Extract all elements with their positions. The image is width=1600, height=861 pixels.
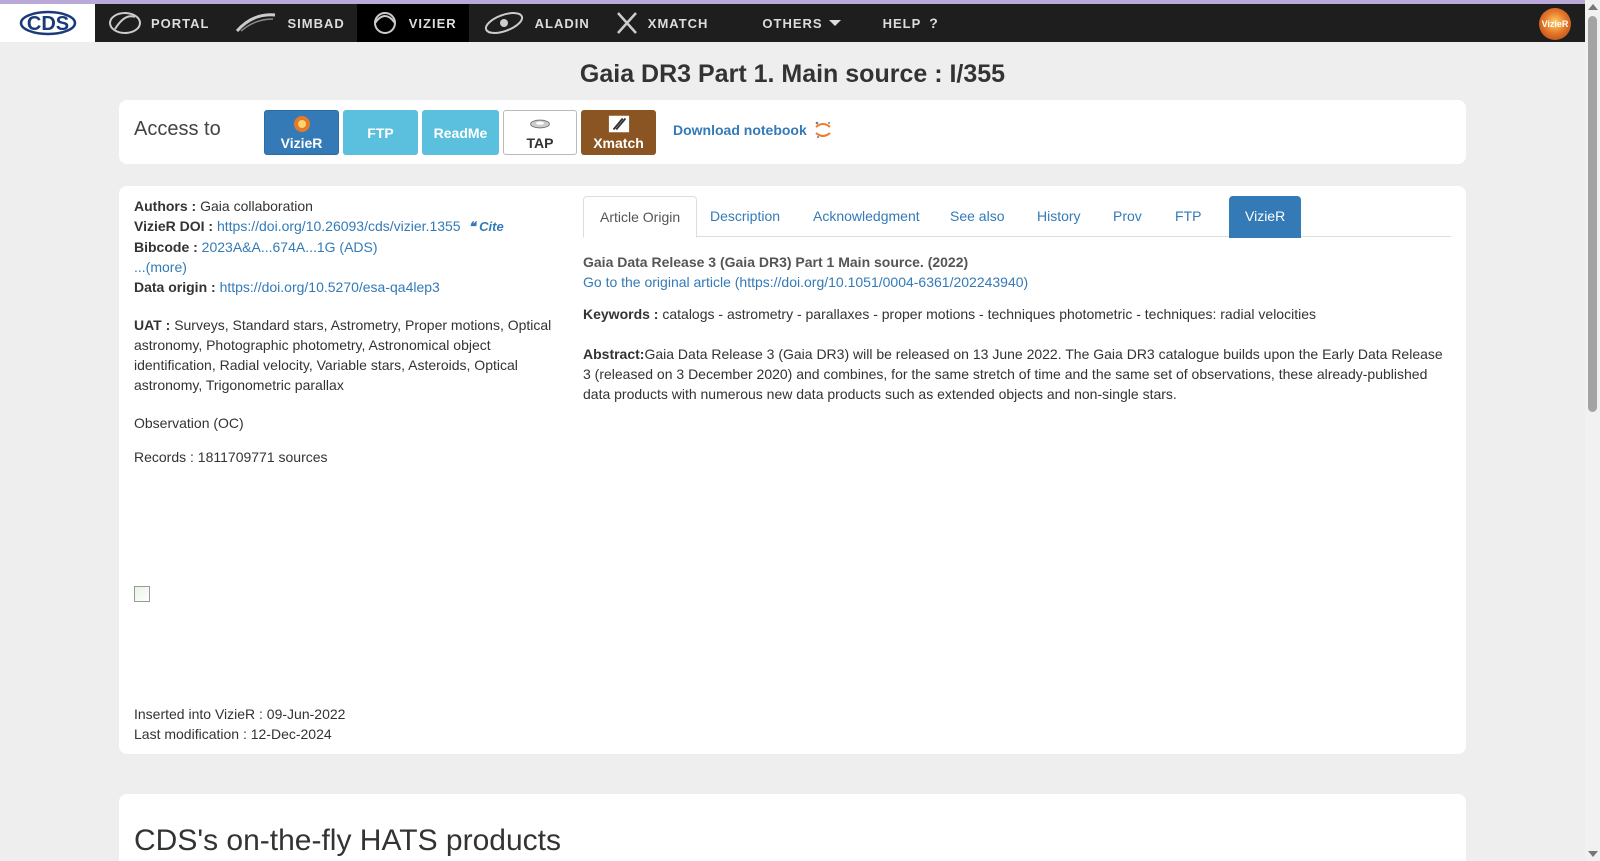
scroll-thumb[interactable]: [1588, 16, 1597, 412]
keywords-label: Keywords :: [583, 306, 659, 322]
dates-block: Inserted into VizieR : 09-Jun-2022 Last …: [134, 704, 345, 744]
cite-label: Cite: [479, 219, 504, 234]
nav-simbad-label: Simbad: [287, 15, 345, 31]
tab-ftp[interactable]: FTP: [1159, 196, 1217, 238]
records-count: Records : 1811709771 sources: [134, 449, 328, 465]
download-notebook-link[interactable]: Download notebook: [673, 120, 833, 140]
ftp-button-label: FTP: [367, 124, 394, 141]
help-icon: ?: [929, 15, 939, 31]
access-panel: Access to VizieR FTP ReadMe TAP Xmatch D…: [119, 100, 1466, 164]
inserted-date: Inserted into VizieR : 09-Jun-2022: [134, 706, 346, 722]
chevron-down-icon: [828, 20, 841, 26]
access-label: Access to: [134, 118, 221, 140]
doi-label: VizieR DOI :: [134, 218, 214, 234]
tap-button-label: TAP: [526, 135, 554, 151]
vizier-button-label: VizieR: [280, 135, 323, 151]
nav-aladin-label: Aladin: [534, 15, 590, 31]
broken-image-icon: [134, 586, 150, 602]
jupyter-icon: [815, 121, 831, 138]
article-title: Gaia Data Release 3 (Gaia DR3) Part 1 Ma…: [583, 254, 969, 270]
cds-logo-icon: CDS: [19, 10, 76, 36]
nav-aladin[interactable]: Aladin: [469, 4, 602, 42]
authors-value: Gaia collaboration: [200, 198, 313, 214]
keywords-line: Keywords : catalogs - astrometry - paral…: [583, 304, 1451, 324]
article-origin-content: Gaia Data Release 3 (Gaia DR3) Part 1 Ma…: [583, 252, 1451, 416]
tab-description[interactable]: Description: [694, 196, 796, 238]
xmatch-logo-icon: [608, 114, 630, 134]
nav-xmatch-label: XMatch: [647, 15, 709, 31]
nav-simbad[interactable]: Simbad: [221, 4, 356, 42]
portal-icon: [109, 12, 141, 34]
tab-bar: Article Origin Description Acknowledgmen…: [583, 196, 1451, 238]
catalog-panel: Authors : Gaia collaboration VizieR DOI …: [119, 186, 1466, 754]
bibcode-label: Bibcode :: [134, 239, 198, 255]
uat-line: UAT : Surveys, Standard stars, Astrometr…: [134, 315, 554, 395]
abstract-block: Abstract:Gaia Data Release 3 (Gaia DR3) …: [583, 344, 1451, 404]
ftp-button[interactable]: FTP: [343, 110, 418, 155]
svg-text:CDS: CDS: [26, 13, 68, 35]
authors-line: Authors : Gaia collaboration: [134, 196, 554, 216]
nav-help-label: Help: [882, 15, 922, 31]
tap-disk-icon: [529, 114, 551, 134]
aladin-icon: [484, 12, 523, 34]
cds-logo[interactable]: CDS: [0, 4, 95, 42]
cite-link[interactable]: ❝ Cite: [468, 219, 503, 234]
more-link[interactable]: ...(more): [134, 259, 187, 275]
modified-date: Last modification : 12-Dec-2024: [134, 726, 332, 742]
nav-vizier-label: VizieR: [408, 15, 457, 31]
hats-panel: CDS's on-the-fly HATS products: [119, 794, 1466, 861]
simbad-icon: [236, 13, 276, 33]
bibcode-link[interactable]: 2023A&A...674A...1G (ADS): [202, 239, 378, 255]
nav-portal[interactable]: Portal: [95, 4, 221, 42]
nav-portal-label: Portal: [151, 15, 210, 31]
origin-label: Data origin :: [134, 279, 216, 295]
uat-value: Surveys, Standard stars, Astrometry, Pro…: [134, 317, 552, 393]
observation-type: Observation (OC): [134, 415, 244, 431]
nav-help[interactable]: Help ?: [871, 4, 951, 42]
readme-button[interactable]: ReadMe: [422, 110, 499, 155]
vizier-badge-icon[interactable]: VizieR: [1539, 8, 1571, 40]
vizier-logo-icon: [291, 114, 313, 134]
tab-article-origin[interactable]: Article Origin: [583, 196, 698, 238]
abstract-text: Gaia Data Release 3 (Gaia DR3) will be r…: [583, 346, 1443, 402]
tap-button[interactable]: TAP: [503, 110, 577, 155]
scroll-up-icon[interactable]: [1588, 4, 1598, 10]
scroll-down-icon[interactable]: [1588, 851, 1598, 857]
nav-vizier[interactable]: VizieR: [356, 4, 469, 42]
nav-xmatch[interactable]: XMatch: [602, 4, 721, 42]
tab-vizier[interactable]: VizieR: [1229, 196, 1302, 238]
xmatch-icon: [616, 12, 637, 34]
xmatch-button[interactable]: Xmatch: [581, 110, 656, 155]
nav-others-label: Others: [762, 15, 823, 31]
tab-acknowledgment[interactable]: Acknowledgment: [797, 196, 936, 238]
authors-label: Authors :: [134, 198, 197, 214]
doi-line: VizieR DOI : https://doi.org/10.26093/cd…: [134, 216, 554, 237]
vizier-button[interactable]: VizieR: [264, 110, 339, 155]
quote-icon: ❝: [468, 219, 476, 234]
tab-prov[interactable]: Prov: [1097, 196, 1158, 238]
origin-line: Data origin : https://doi.org/10.5270/es…: [134, 277, 554, 297]
bibcode-line: Bibcode : 2023A&A...674A...1G (ADS): [134, 237, 554, 257]
nav-others[interactable]: Others: [750, 4, 852, 42]
page-title: Gaia DR3 Part 1. Main source : I/355: [579, 60, 1006, 88]
hats-title: CDS's on-the-fly HATS products: [134, 824, 561, 857]
origin-link[interactable]: https://doi.org/10.5270/esa-qa4lep3: [220, 279, 440, 295]
tab-see-also[interactable]: See also: [934, 196, 1020, 238]
doi-link[interactable]: https://doi.org/10.26093/cds/vizier.1355: [217, 218, 461, 234]
abstract-label: Abstract:: [583, 346, 645, 362]
tab-history[interactable]: History: [1021, 196, 1097, 238]
download-notebook-label: Download notebook: [673, 122, 807, 138]
readme-button-label: ReadMe: [433, 124, 488, 141]
original-article-link[interactable]: Go to the original article (https://doi.…: [583, 274, 1028, 290]
xmatch-button-label: Xmatch: [593, 135, 644, 151]
uat-label: UAT :: [134, 317, 171, 333]
catalog-metadata: Authors : Gaia collaboration VizieR DOI …: [134, 196, 554, 467]
keywords-value: catalogs - astrometry - parallaxes - pro…: [662, 306, 1316, 322]
scrollbar[interactable]: [1585, 0, 1600, 861]
top-navbar: CDS Portal Simbad VizieR Aladin XMatch O…: [0, 0, 1585, 42]
vizier-icon: [373, 12, 396, 34]
